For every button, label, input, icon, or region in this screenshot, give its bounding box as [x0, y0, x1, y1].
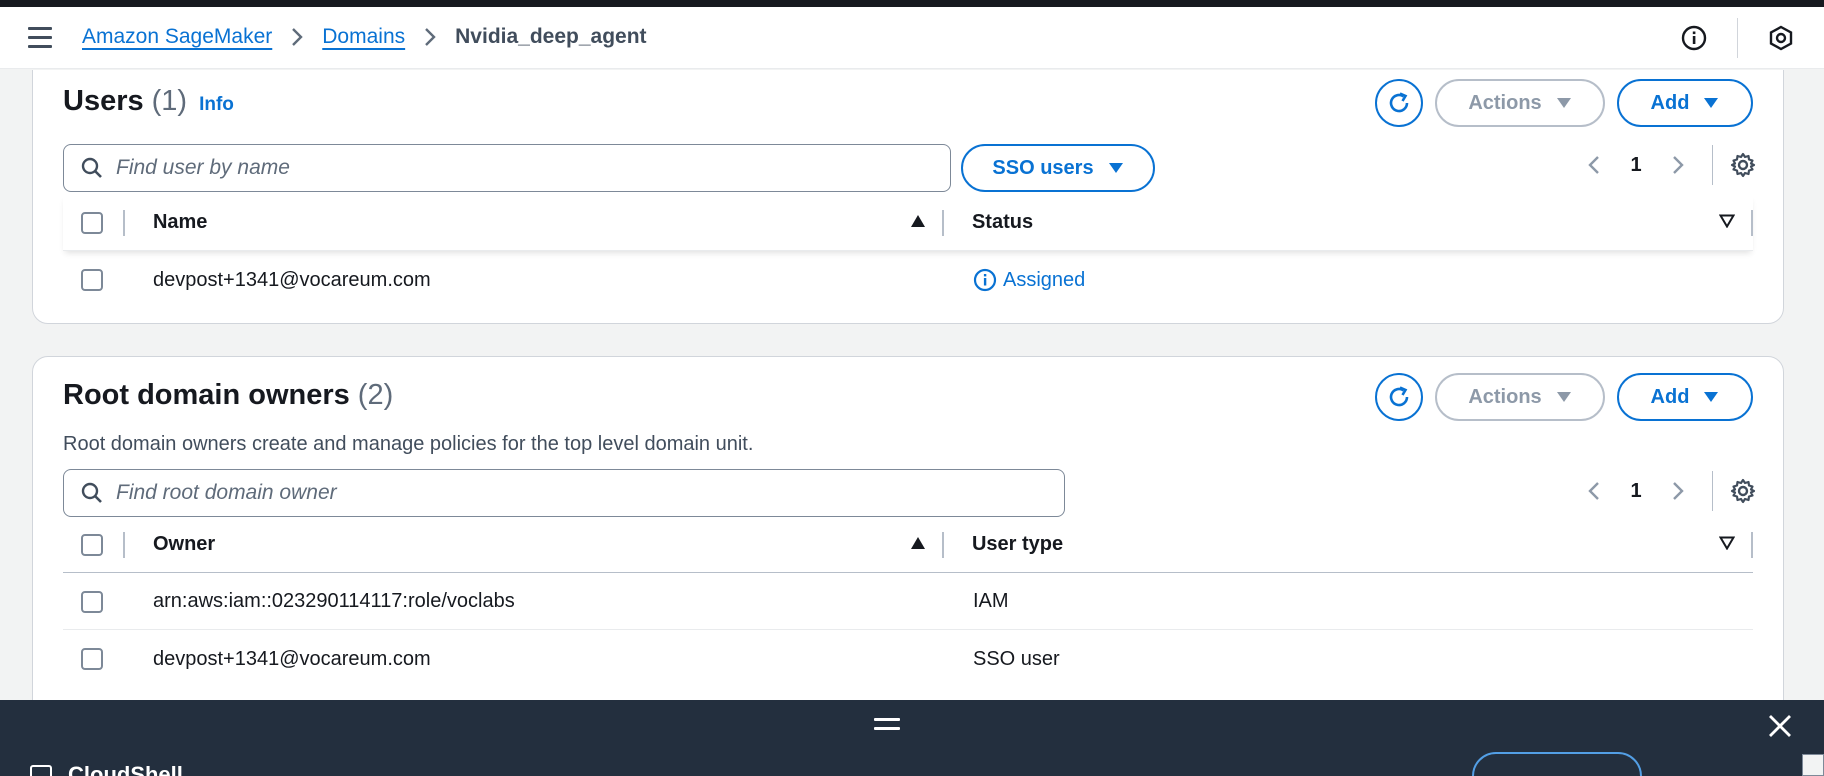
- sso-users-filter[interactable]: SSO users: [961, 144, 1155, 192]
- main-content: Users (1) Info Actions Add SSO use: [0, 70, 1824, 700]
- row-checkbox[interactable]: [81, 648, 103, 670]
- search-icon: [80, 481, 104, 505]
- root-owner-search[interactable]: [63, 469, 1065, 517]
- owner-user-type: IAM: [973, 590, 1009, 612]
- drag-handle-icon[interactable]: [874, 718, 900, 738]
- pager-divider: [1712, 145, 1713, 185]
- status-label: Assigned: [1003, 268, 1086, 291]
- refresh-icon[interactable]: [1375, 79, 1423, 127]
- search-icon: [80, 156, 104, 180]
- row-checkbox[interactable]: [81, 590, 103, 613]
- root-owners-pagination: 1: [1574, 467, 1763, 515]
- cloudshell-title: CloudShell: [30, 762, 183, 776]
- sort-descending-outline-icon: [1718, 533, 1736, 556]
- info-circle-icon: [973, 268, 997, 292]
- column-separator: [1751, 209, 1753, 236]
- caret-down-icon: [1108, 162, 1124, 174]
- scrollbar-corner[interactable]: [1802, 754, 1824, 776]
- caret-down-icon: [1703, 391, 1719, 403]
- row-checkbox[interactable]: [81, 269, 103, 291]
- root-owners-description: Root domain owners create and manage pol…: [63, 433, 754, 455]
- cloudshell-panel: CloudShell: [0, 700, 1824, 776]
- users-panel: Users (1) Info Actions Add SSO use: [32, 70, 1784, 324]
- select-all-checkbox[interactable]: [81, 533, 103, 556]
- users-actions: Actions Add: [1375, 79, 1753, 127]
- gear-icon[interactable]: [1723, 471, 1763, 511]
- sort-ascending-icon: [910, 211, 926, 234]
- owner-arn: arn:aws:iam::023290114117:role/voclabs: [153, 590, 515, 612]
- sort-ascending-icon: [910, 533, 926, 556]
- user-search-input[interactable]: [116, 156, 899, 180]
- root-owners-count: (2): [357, 379, 394, 411]
- cloudshell-action-button[interactable]: [1472, 752, 1642, 776]
- users-pagination: 1: [1574, 141, 1763, 189]
- caret-down-icon: [1556, 97, 1572, 109]
- top-navigation-bar: Amazon SageMaker Domains Nvidia_deep_age…: [0, 7, 1824, 69]
- column-header-owner[interactable]: Owner: [125, 533, 942, 556]
- select-all-checkbox[interactable]: [81, 211, 103, 234]
- caret-down-icon: [1703, 97, 1719, 109]
- header-utilities: [1651, 7, 1824, 69]
- breadcrumb: Amazon SageMaker Domains Nvidia_deep_age…: [82, 25, 647, 49]
- column-separator: [1751, 531, 1753, 558]
- column-header-status[interactable]: Status: [944, 211, 1751, 234]
- owner-user-type: SSO user: [973, 647, 1060, 670]
- column-header-name[interactable]: Name: [125, 211, 942, 234]
- users-add-button[interactable]: Add: [1617, 79, 1753, 127]
- table-row[interactable]: devpost+1341@vocareum.com Assigned: [63, 252, 1753, 308]
- chevron-right-icon[interactable]: [1658, 145, 1698, 185]
- root-owners-add-button[interactable]: Add: [1617, 373, 1753, 421]
- users-actions-button[interactable]: Actions: [1435, 79, 1605, 127]
- table-row[interactable]: arn:aws:iam::023290114117:role/voclabs I…: [63, 574, 1753, 630]
- root-owners-page-number[interactable]: 1: [1614, 480, 1658, 503]
- menu-icon[interactable]: [28, 27, 54, 51]
- root-owners-actions: Actions Add: [1375, 373, 1753, 421]
- sort-descending-outline-icon: [1718, 211, 1736, 234]
- chevron-right-icon[interactable]: [1658, 471, 1698, 511]
- user-name: devpost+1341@vocareum.com: [153, 268, 431, 291]
- pager-divider: [1712, 471, 1713, 511]
- chevron-right-icon: [290, 27, 304, 47]
- users-count: (1): [151, 85, 188, 117]
- chevron-left-icon[interactable]: [1574, 471, 1614, 511]
- breadcrumb-domains[interactable]: Domains: [322, 25, 405, 49]
- root-domain-owners-panel: Root domain owners (2) Root domain owner…: [32, 356, 1784, 700]
- root-owners-actions-button[interactable]: Actions: [1435, 373, 1605, 421]
- browser-top-strip: [0, 0, 1824, 7]
- users-table-header: Name Status: [63, 195, 1753, 251]
- users-page-number[interactable]: 1: [1614, 154, 1658, 177]
- caret-down-icon: [1556, 391, 1572, 403]
- chevron-right-icon: [423, 27, 437, 47]
- gear-icon[interactable]: [1723, 145, 1763, 185]
- root-owners-table-header: Owner User type: [63, 517, 1753, 573]
- breadcrumb-sagemaker[interactable]: Amazon SageMaker: [82, 25, 272, 49]
- root-owners-title: Root domain owners (2): [63, 379, 394, 411]
- settings-hex-icon[interactable]: [1738, 7, 1824, 69]
- users-info-link[interactable]: Info: [199, 94, 234, 116]
- chevron-left-icon[interactable]: [1574, 145, 1614, 185]
- user-search[interactable]: [63, 144, 951, 192]
- root-owner-search-input[interactable]: [116, 481, 1002, 505]
- owner-arn: devpost+1341@vocareum.com: [153, 647, 431, 670]
- terminal-icon: [30, 765, 52, 776]
- users-title: Users (1) Info: [63, 85, 234, 117]
- column-header-user-type[interactable]: User type: [944, 533, 1751, 556]
- breadcrumb-current: Nvidia_deep_agent: [455, 25, 647, 48]
- user-status: Assigned: [943, 268, 1085, 292]
- refresh-icon[interactable]: [1375, 373, 1423, 421]
- info-circle-icon[interactable]: [1651, 7, 1737, 69]
- close-icon[interactable]: [1766, 712, 1794, 740]
- table-row[interactable]: devpost+1341@vocareum.com SSO user: [63, 631, 1753, 687]
